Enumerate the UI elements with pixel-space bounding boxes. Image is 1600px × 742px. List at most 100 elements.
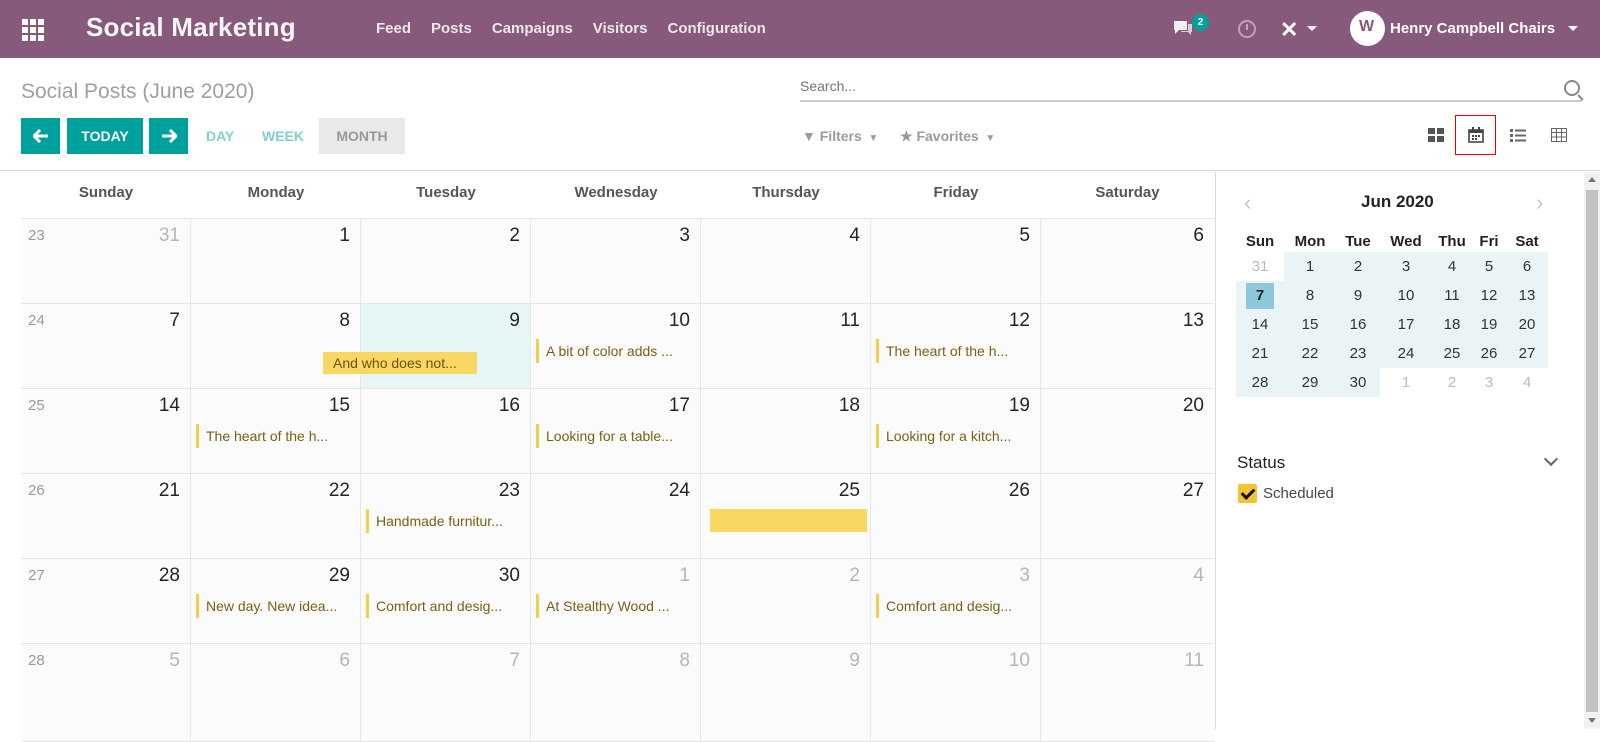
calendar-day-cell[interactable]: 4 [1041,559,1214,643]
list-view-button[interactable] [1497,115,1538,155]
mini-day[interactable]: 3 [1380,252,1432,281]
filters-dropdown[interactable]: ▼ Filters ▼ [802,128,878,144]
calendar-day-cell[interactable]: 11 [1041,644,1214,741]
pivot-view-button[interactable] [1538,115,1579,155]
scheduled-checkbox[interactable] [1238,484,1257,503]
scale-day-button[interactable]: DAY [194,118,246,154]
user-avatar[interactable] [1350,11,1385,46]
mini-day[interactable]: 23 [1336,339,1380,368]
mini-day[interactable]: 19 [1472,310,1506,339]
debug-tools-icon[interactable]: ✕ [1280,17,1298,43]
mini-day[interactable]: 16 [1336,310,1380,339]
calendar-event[interactable]: New day. New idea... [196,594,346,618]
calendar-day-cell[interactable]: 2 [701,559,871,643]
today-button[interactable]: TODAY [67,118,143,154]
mini-day[interactable]: 2 [1336,252,1380,281]
calendar-day-cell[interactable]: 3 Comfort and desig... [871,559,1041,643]
chevron-down-icon[interactable] [1543,451,1559,467]
calendar-day-cell[interactable]: 10 [871,644,1041,741]
mini-day[interactable]: 28 [1236,368,1284,397]
calendar-event[interactable]: At Stealthy Wood ... [536,594,686,618]
mini-day[interactable]: 20 [1506,310,1548,339]
search-icon[interactable] [1564,80,1580,96]
calendar-day-cell[interactable]: 18 [701,389,871,473]
calendar-day-cell[interactable]: 17 Looking for a table... [531,389,701,473]
menu-item-configuration[interactable]: Configuration [667,20,765,37]
calendar-day-cell[interactable]: 29 New day. New idea... [191,559,361,643]
calendar-day-cell[interactable]: 26 21 [21,474,191,558]
calendar-view-button[interactable] [1455,115,1496,155]
calendar-day-cell[interactable]: 6 [191,644,361,741]
mini-day[interactable]: 15 [1284,310,1336,339]
calendar-day-cell[interactable]: 2 [361,219,531,303]
calendar-day-cell[interactable]: 10 A bit of color adds ... [531,304,701,388]
mini-day[interactable]: 22 [1284,339,1336,368]
mini-day[interactable]: 29 [1284,368,1336,397]
kanban-view-button[interactable] [1415,115,1456,155]
scroll-up-arrow-icon[interactable] [1588,177,1596,182]
calendar-day-cell[interactable]: 23 Handmade furnitur... [361,474,531,558]
mini-day[interactable]: 21 [1236,339,1284,368]
calendar-day-cell[interactable]: 13 [1041,304,1214,388]
menu-item-visitors[interactable]: Visitors [593,20,648,37]
favorites-dropdown[interactable]: ★ Favorites ▼ [900,128,995,145]
calendar-day-cell[interactable]: 28 5 [21,644,191,741]
scale-week-button[interactable]: WEEK [250,118,316,154]
dragging-event[interactable]: And who does not... [323,352,477,374]
mini-day[interactable]: 14 [1236,310,1284,339]
mini-day[interactable]: 30 [1336,368,1380,397]
mini-next-month-icon[interactable]: › [1536,190,1543,216]
menu-item-feed[interactable]: Feed [376,20,411,37]
calendar-day-cell[interactable]: 30 Comfort and desig... [361,559,531,643]
mini-day[interactable]: 17 [1380,310,1432,339]
mini-day[interactable]: 8 [1284,281,1336,310]
activity-clock-icon[interactable] [1238,20,1256,38]
scrollbar-thumb[interactable] [1586,190,1598,712]
calendar-day-cell[interactable]: 16 [361,389,531,473]
calendar-day-cell[interactable]: 4 [701,219,871,303]
menu-item-campaigns[interactable]: Campaigns [492,20,573,37]
calendar-day-cell[interactable]: 25 14 [21,389,191,473]
app-brand[interactable]: Social Marketing [86,12,296,43]
apps-menu-icon[interactable] [22,19,44,41]
calendar-event[interactable]: Handmade furnitur... [366,509,516,533]
user-menu-name[interactable]: Henry Campbell Chairs [1390,20,1555,37]
mini-prev-month-icon[interactable]: ‹ [1244,190,1251,216]
calendar-day-cell[interactable]: 24 [531,474,701,558]
calendar-day-cell[interactable]: 6 [1041,219,1214,303]
mini-day[interactable]: 6 [1506,252,1548,281]
calendar-day-cell[interactable]: 20 [1041,389,1214,473]
calendar-day-cell[interactable]: 8 [531,644,701,741]
calendar-day-cell[interactable]: 19 Looking for a kitch... [871,389,1041,473]
mini-day[interactable]: 24 [1380,339,1432,368]
calendar-day-cell[interactable]: 11 [701,304,871,388]
calendar-day-cell[interactable]: 9 [361,304,531,388]
mini-day[interactable]: 10 [1380,281,1432,310]
mini-day[interactable]: 11 [1432,281,1472,310]
next-button[interactable] [149,118,188,154]
calendar-event[interactable]: Looking for a table... [536,424,686,448]
calendar-day-cell[interactable]: 9 [701,644,871,741]
scale-month-button[interactable]: MONTH [319,118,405,154]
calendar-day-cell[interactable]: 5 [871,219,1041,303]
calendar-day-cell[interactable]: 26 [871,474,1041,558]
calendar-day-cell[interactable]: 12 The heart of the h... [871,304,1041,388]
mini-day[interactable]: 27 [1506,339,1548,368]
mini-day[interactable]: 4 [1432,252,1472,281]
calendar-day-cell[interactable]: 27 [1041,474,1214,558]
scroll-down-arrow-icon[interactable] [1588,718,1596,723]
mini-day[interactable]: 25 [1432,339,1472,368]
calendar-event[interactable]: A bit of color adds ... [536,339,686,363]
mini-day[interactable]: 1 [1380,368,1432,397]
calendar-day-cell[interactable]: 27 28 [21,559,191,643]
calendar-event[interactable]: The heart of the h... [196,424,346,448]
mini-day[interactable]: 4 [1506,368,1548,397]
calendar-day-cell[interactable]: 8 [191,304,361,388]
mini-day[interactable]: 31 [1236,252,1284,281]
chat-icon[interactable] [1172,19,1194,37]
mini-day[interactable]: 2 [1432,368,1472,397]
calendar-day-cell[interactable]: 22 [191,474,361,558]
calendar-day-cell[interactable]: 24 7 [21,304,191,388]
calendar-day-cell[interactable]: 1 [191,219,361,303]
mini-day[interactable]: 9 [1336,281,1380,310]
